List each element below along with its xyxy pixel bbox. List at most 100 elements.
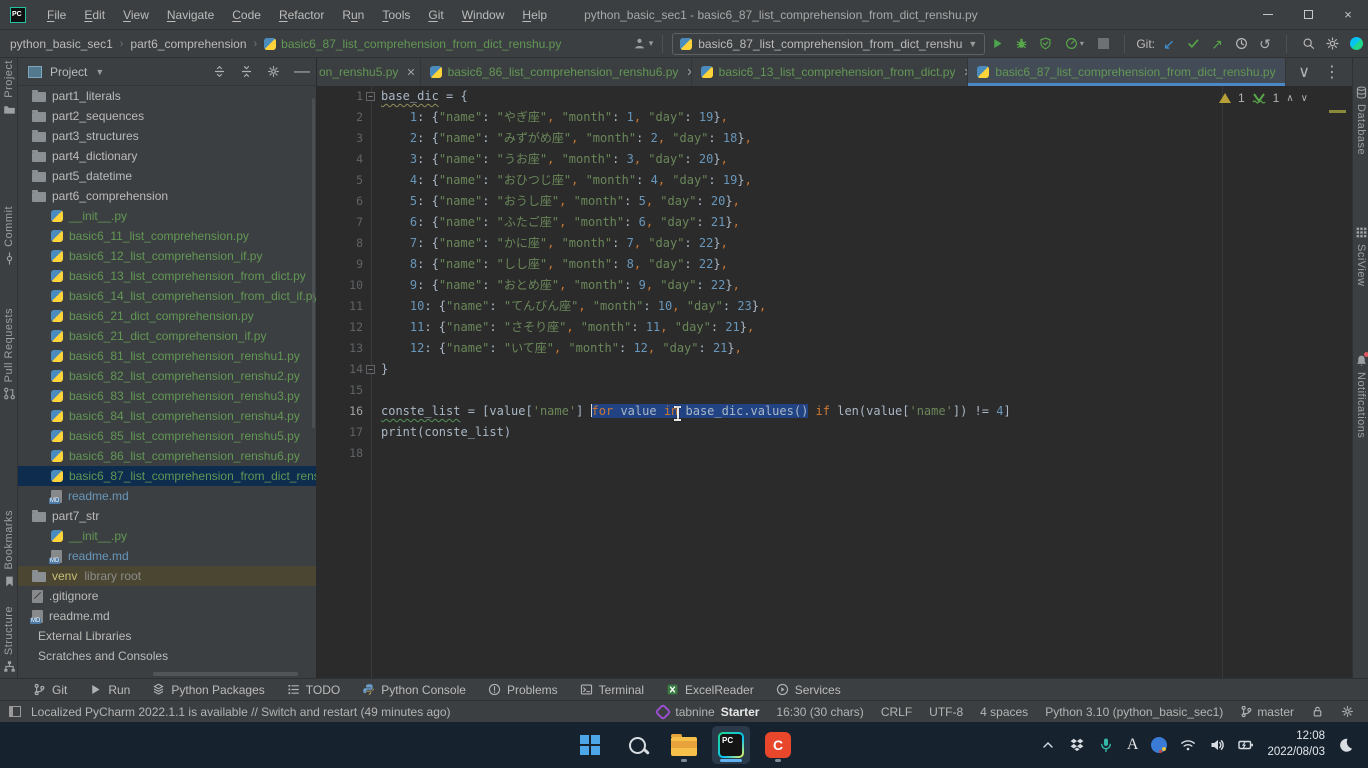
- line-number[interactable]: 5: [317, 170, 363, 191]
- toolwindow-button-excelreader[interactable]: ExcelReader: [655, 679, 765, 701]
- menu-tools[interactable]: Tools: [373, 0, 419, 30]
- taskbar-search-button[interactable]: [618, 726, 656, 764]
- code-token[interactable]: [574, 320, 581, 334]
- code-token[interactable]: [668, 320, 675, 334]
- code-token[interactable]: value: [613, 404, 664, 418]
- tree-horizontal-scrollbar[interactable]: [153, 672, 298, 676]
- code-token[interactable]: :: [699, 341, 713, 355]
- code-token[interactable]: = [value[: [460, 404, 532, 418]
- code-token[interactable]: "day": [672, 173, 708, 187]
- code-token[interactable]: : {: [417, 173, 439, 187]
- tab-options-kebab-icon[interactable]: ⋮: [1324, 62, 1340, 82]
- code-token[interactable]: :: [482, 257, 496, 271]
- menu-code[interactable]: Code: [223, 0, 270, 30]
- tree-item-part5-datetime[interactable]: part5_datetime: [18, 166, 316, 186]
- taskbar-clock[interactable]: 12:08 2022/08/03: [1267, 729, 1325, 760]
- run-button[interactable]: [985, 33, 1009, 55]
- tree-item-part2-sequences[interactable]: part2_sequences: [18, 106, 316, 126]
- tab-list-chevron-icon[interactable]: ∨: [1298, 62, 1310, 82]
- code-text[interactable]: 7: {"name": "かに座", "month": 7, "day": 22…: [379, 233, 728, 254]
- line-number[interactable]: 8: [317, 233, 363, 254]
- code-token[interactable]: 21: [725, 320, 739, 334]
- code-token[interactable]: :: [684, 236, 698, 250]
- code-token[interactable]: : {: [417, 257, 439, 271]
- toolwindow-button-run[interactable]: Run: [78, 679, 141, 701]
- tool-stripe-database[interactable]: Database: [1353, 86, 1368, 155]
- code-token[interactable]: 23: [737, 299, 751, 313]
- code-token[interactable]: 10: [410, 299, 424, 313]
- code-line-4[interactable]: 4 3: {"name": "うお座", "month": 3, "day": …: [317, 149, 1352, 170]
- code-token[interactable]: ,: [672, 299, 679, 313]
- code-token[interactable]: len(value[: [830, 404, 909, 418]
- tree-item-basic6-82-list-comprehension-renshu2-py[interactable]: basic6_82_list_comprehension_renshu2.py: [18, 366, 316, 386]
- code-line-13[interactable]: 13 12: {"name": "いて座", "month": 12, "day…: [317, 338, 1352, 359]
- tree-item-basic6-11-list-comprehension-py[interactable]: basic6_11_list_comprehension.py: [18, 226, 316, 246]
- code-line-16[interactable]: 16conste_list = [value['name'] for value…: [317, 401, 1352, 422]
- fold-toggle-icon[interactable]: −: [366, 92, 375, 101]
- editor-tab[interactable]: basic6_13_list_comprehension_from_dict.p…: [692, 58, 969, 86]
- tool-stripe-bookmarks[interactable]: Bookmarks: [0, 510, 18, 588]
- code-token[interactable]: "month": [562, 152, 613, 166]
- tree-item-part7-str[interactable]: part7_str: [18, 506, 316, 526]
- code-token[interactable]: :: [612, 257, 626, 271]
- code-token[interactable]: [566, 278, 573, 292]
- code-token[interactable]: "month": [562, 110, 613, 124]
- code-token[interactable]: 11: [410, 320, 424, 334]
- code-token[interactable]: "おひつじ座": [497, 173, 571, 187]
- toolwindow-button-python-console[interactable]: Python Console: [351, 679, 477, 701]
- code-token[interactable]: :: [612, 152, 626, 166]
- close-button[interactable]: ×: [1328, 0, 1368, 30]
- code-token[interactable]: :: [696, 278, 710, 292]
- code-token[interactable]: "month": [574, 215, 625, 229]
- tab-close-icon[interactable]: ✕: [1284, 66, 1287, 79]
- code-token[interactable]: 19: [723, 173, 737, 187]
- code-token[interactable]: 20: [699, 152, 713, 166]
- code-text[interactable]: 12: {"name": "いて座", "month": 12, "day": …: [379, 338, 742, 359]
- code-token[interactable]: 4: [651, 173, 658, 187]
- line-number[interactable]: 1: [317, 86, 363, 107]
- code-token[interactable]: : {: [424, 320, 446, 334]
- code-token[interactable]: "name": [439, 131, 482, 145]
- code-token[interactable]: "month": [574, 194, 625, 208]
- menu-window[interactable]: Window: [453, 0, 514, 30]
- line-number[interactable]: 15: [317, 380, 363, 401]
- tree-item-basic6-13-list-comprehension-from-dict-py[interactable]: basic6_13_list_comprehension_from_dict.p…: [18, 266, 316, 286]
- code-token[interactable]: ,: [745, 131, 752, 145]
- code-token[interactable]: ,: [735, 341, 742, 355]
- fold-toggle-icon[interactable]: −: [366, 365, 375, 374]
- code-line-6[interactable]: 6 5: {"name": "おうし座", "month": 5, "day":…: [317, 191, 1352, 212]
- user-account-button[interactable]: ▾: [633, 37, 654, 50]
- code-token[interactable]: :: [708, 131, 722, 145]
- status-caret-position[interactable]: 16:30 (30 chars): [776, 705, 863, 719]
- code-token[interactable]: ,: [634, 152, 641, 166]
- code-token[interactable]: :: [684, 152, 698, 166]
- code-token[interactable]: :: [619, 341, 633, 355]
- code-token[interactable]: [381, 110, 410, 124]
- git-history-button[interactable]: [1229, 33, 1253, 55]
- code-token[interactable]: [578, 173, 585, 187]
- tree-item--init-py[interactable]: __init__.py: [18, 526, 316, 546]
- code-token[interactable]: if: [816, 404, 830, 418]
- dropbox-icon[interactable]: [1069, 737, 1085, 753]
- line-number[interactable]: 11: [317, 296, 363, 317]
- code-token[interactable]: }: [752, 299, 759, 313]
- code-token[interactable]: [586, 299, 593, 313]
- code-token[interactable]: print(conste_list): [381, 425, 511, 439]
- code-token[interactable]: :: [482, 194, 496, 208]
- git-push-button[interactable]: ↗: [1205, 33, 1229, 55]
- code-token[interactable]: }: [725, 194, 732, 208]
- code-token[interactable]: [381, 173, 410, 187]
- code-token[interactable]: "しし座": [497, 257, 547, 271]
- code-token[interactable]: ,: [733, 278, 740, 292]
- code-token[interactable]: ,: [646, 278, 653, 292]
- code-token[interactable]: [381, 278, 410, 292]
- code-token[interactable]: ,: [566, 320, 573, 334]
- camtasia-button[interactable]: C: [759, 726, 797, 764]
- code-token[interactable]: base_dic.values(): [678, 404, 808, 418]
- code-token[interactable]: 22: [711, 278, 725, 292]
- code-line-7[interactable]: 7 6: {"name": "ふたご座", "month": 6, "day":…: [317, 212, 1352, 233]
- code-token[interactable]: 21: [711, 215, 725, 229]
- code-token[interactable]: "day": [672, 131, 708, 145]
- code-token[interactable]: "day": [648, 236, 684, 250]
- tool-stripe-structure[interactable]: Structure: [0, 606, 18, 673]
